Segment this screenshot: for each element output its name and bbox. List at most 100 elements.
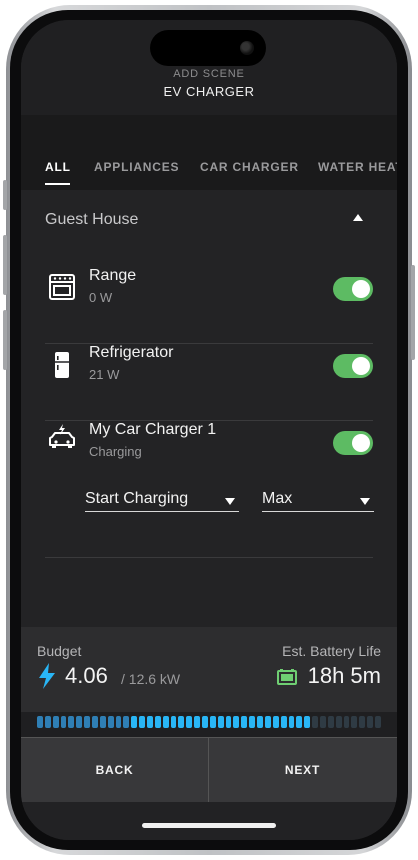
screen: ADD SCENE EV CHARGER ALL APPLIANCES CAR … — [21, 20, 397, 840]
tab-all[interactable]: ALL — [45, 160, 71, 174]
meter-segment — [194, 716, 201, 728]
meter-segment — [154, 716, 161, 728]
battery-icon — [277, 669, 297, 685]
meter-segment — [374, 716, 381, 728]
budget-panel: Budget Est. Battery Life 4.06 / 12.6 kW … — [21, 627, 397, 737]
meter-segment — [209, 716, 216, 728]
device-status: 21 W — [89, 367, 120, 382]
next-button[interactable]: NEXT — [209, 738, 396, 802]
charging-level-select[interactable]: Max — [262, 488, 374, 512]
meter-segment — [139, 716, 146, 728]
dropdown-arrow-icon — [225, 498, 235, 505]
tab-water-heater[interactable]: WATER HEATER — [318, 160, 397, 174]
meter-segment — [241, 716, 248, 728]
meter-segment — [162, 716, 169, 728]
home-area — [21, 802, 397, 840]
meter-segment — [123, 716, 130, 728]
budget-meter — [37, 716, 381, 728]
page-title: EV CHARGER — [163, 84, 255, 99]
power-button — [411, 265, 415, 360]
meter-segment — [225, 716, 232, 728]
meter-segment — [115, 716, 122, 728]
meter-segment — [84, 716, 91, 728]
meter-segment — [202, 716, 208, 728]
select-value: Max — [262, 490, 293, 507]
action-button — [3, 180, 7, 210]
meter-segment — [343, 716, 350, 728]
meter-segment — [335, 716, 342, 728]
home-indicator[interactable] — [142, 823, 276, 828]
meter-segment — [272, 716, 279, 728]
meter-segment — [76, 716, 83, 728]
tab-car-charger[interactable]: CAR CHARGER — [200, 160, 299, 174]
category-tabs: ALL APPLIANCES CAR CHARGER WATER HEATER — [21, 115, 397, 190]
car-charger-icon — [49, 424, 75, 448]
toggle-knob — [352, 357, 370, 375]
meter-segment — [280, 716, 287, 728]
device-list: Guest House Range 0 W Refrigerator 21 W … — [21, 190, 397, 627]
device-name: Refrigerator — [89, 344, 174, 361]
meter-segment — [288, 716, 295, 728]
meter-segment — [44, 716, 51, 728]
meter-segment — [249, 716, 256, 728]
select-value: Start Charging — [85, 490, 189, 507]
meter-segment — [37, 716, 43, 728]
meter-segment — [186, 716, 193, 728]
meter-segment — [131, 716, 138, 728]
car-charger-toggle[interactable] — [333, 431, 373, 455]
meter-segment — [319, 716, 326, 728]
toggle-knob — [352, 434, 370, 452]
meter-segment — [60, 716, 67, 728]
device-status: 0 W — [89, 290, 113, 305]
device-row-car-charger: My Car Charger 1 Charging Start Charging… — [45, 421, 374, 558]
meter-segment — [68, 716, 75, 728]
volume-up-button — [3, 235, 7, 295]
meter-segment — [147, 716, 153, 728]
meter-segment — [351, 716, 358, 728]
meter-segment — [52, 716, 59, 728]
meter-segment — [99, 716, 106, 728]
lightning-bolt-icon — [39, 663, 55, 689]
meter-segment — [170, 716, 177, 728]
meter-segment — [327, 716, 334, 728]
meter-segment — [107, 716, 114, 728]
device-name: My Car Charger 1 — [89, 421, 217, 438]
range-toggle[interactable] — [333, 277, 373, 301]
header-subtitle: ADD SCENE — [173, 68, 245, 80]
budget-value: 4.06 — [65, 663, 108, 688]
battery-life-label: Est. Battery Life — [282, 643, 381, 659]
meter-segment — [217, 716, 224, 728]
tab-appliances[interactable]: APPLIANCES — [94, 160, 179, 174]
refrigerator-toggle[interactable] — [333, 354, 373, 378]
charging-action-select[interactable]: Start Charging — [85, 488, 239, 512]
meter-segment — [312, 716, 318, 728]
battery-life-value: 18h 5m — [307, 663, 381, 688]
meter-segment — [257, 716, 263, 728]
oven-icon — [49, 274, 75, 300]
back-button[interactable]: BACK — [21, 738, 208, 802]
budget-max: / 12.6 kW — [121, 671, 181, 687]
toggle-knob — [352, 280, 370, 298]
volume-down-button — [3, 310, 7, 370]
collapse-arrow-icon[interactable] — [353, 214, 363, 221]
budget-label: Budget — [37, 643, 82, 659]
device-name: Range — [89, 267, 137, 284]
meter-segment — [178, 716, 185, 728]
dropdown-arrow-icon — [360, 498, 370, 505]
meter-segment — [264, 716, 271, 728]
meter-segment — [296, 716, 303, 728]
camera-icon — [240, 41, 254, 55]
device-row-range: Range 0 W — [45, 267, 373, 344]
meter-segment — [92, 716, 98, 728]
refrigerator-icon — [55, 352, 69, 378]
meter-segment — [233, 716, 240, 728]
dynamic-island — [150, 30, 266, 66]
active-tab-indicator — [45, 183, 70, 185]
device-row-refrigerator: Refrigerator 21 W — [45, 344, 373, 421]
group-title: Guest House — [45, 211, 139, 228]
meter-segment — [304, 716, 311, 728]
meter-segment — [367, 716, 373, 728]
device-status: Charging — [89, 444, 142, 459]
meter-segment — [359, 716, 366, 728]
footer: BACK NEXT — [21, 737, 397, 802]
